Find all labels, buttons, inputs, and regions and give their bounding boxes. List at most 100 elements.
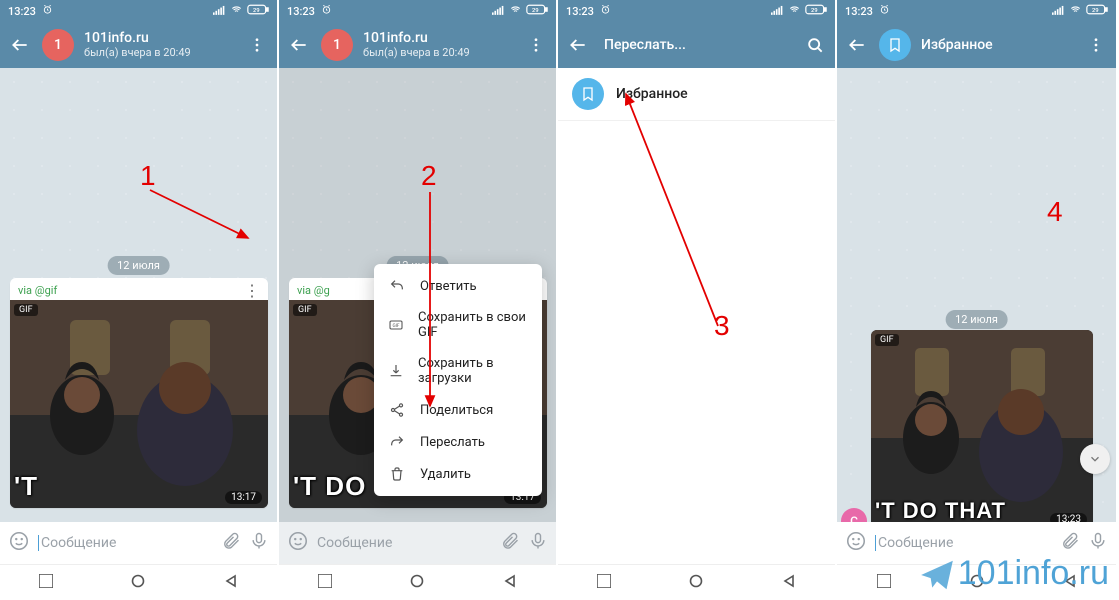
chat-body[interactable]: 12 июля via @gif ⋮ — [0, 68, 277, 522]
chat-app-bar: 1 101info.ru был(а) вчера в 20:49 — [0, 22, 277, 68]
forward-list[interactable]: Избранное — [558, 68, 835, 564]
nav-home-icon[interactable] — [689, 573, 703, 592]
nav-recent-icon[interactable] — [39, 573, 53, 592]
attach-icon[interactable] — [1060, 531, 1080, 555]
nav-bar — [558, 564, 835, 600]
forward-item-name: Избранное — [616, 86, 688, 102]
chat-body[interactable]: 12 июля via @g GIF 13:17 'T DO — [279, 68, 556, 522]
nav-back-icon[interactable] — [1063, 573, 1077, 592]
message-input[interactable]: Сообщение — [317, 535, 492, 551]
menu-dots-icon[interactable] — [1084, 33, 1108, 57]
message-input[interactable]: Сообщение — [875, 535, 1052, 551]
chat-input-row: Сообщение — [279, 522, 556, 564]
trash-icon — [388, 466, 406, 482]
message-card[interactable]: via @gif ⋮ GIF 13:17 — [10, 278, 268, 508]
emoji-icon[interactable] — [287, 530, 309, 556]
menu-dots-icon[interactable] — [245, 33, 269, 57]
mic-icon[interactable] — [528, 531, 548, 555]
contact-title[interactable]: 101info.ru — [363, 31, 470, 46]
battery-icon: 29 — [526, 4, 548, 18]
search-icon[interactable] — [803, 33, 827, 57]
menu-reply[interactable]: Ответить — [374, 270, 542, 302]
emoji-icon[interactable] — [845, 530, 867, 556]
gif-badge: GIF — [14, 304, 38, 316]
emoji-icon[interactable] — [8, 530, 30, 556]
contact-avatar[interactable]: 1 — [42, 29, 74, 61]
forward-icon — [388, 434, 406, 450]
attach-icon[interactable] — [221, 531, 241, 555]
nav-home-icon[interactable] — [410, 573, 424, 592]
svg-text:29: 29 — [811, 8, 818, 14]
menu-delete[interactable]: Удалить — [374, 458, 542, 490]
gif-badge: GIF — [293, 304, 317, 316]
battery-icon: 29 — [805, 4, 827, 18]
saved-title[interactable]: Избранное — [921, 37, 993, 53]
status-time: 13:23 — [566, 5, 594, 18]
bookmark-avatar — [572, 78, 604, 110]
saved-app-bar: Избранное — [837, 22, 1116, 68]
date-chip: 12 июля — [107, 256, 170, 275]
reply-icon — [388, 278, 406, 294]
context-menu: Ответить GIF Сохранить в свои GIF Сохран… — [374, 264, 542, 496]
meme-caption: 'T — [14, 471, 38, 502]
screen-4: 13:23 29 Избранное 12 июля С — [837, 0, 1116, 600]
screen-2: 13:23 29 1 101info.ru был(а) вчера в 20:… — [279, 0, 558, 600]
menu-dots-icon[interactable] — [524, 33, 548, 57]
status-bar: 13:23 29 — [279, 0, 556, 22]
contact-avatar[interactable]: 1 — [321, 29, 353, 61]
nav-bar — [837, 564, 1116, 600]
nav-bar — [0, 564, 277, 600]
signal-icon — [492, 5, 505, 18]
alarm-icon — [879, 4, 890, 18]
gif-box-icon: GIF — [388, 317, 404, 333]
forward-item-favorites[interactable]: Избранное — [558, 68, 835, 121]
nav-recent-icon[interactable] — [318, 573, 332, 592]
mic-icon[interactable] — [1088, 531, 1108, 555]
alarm-icon — [42, 4, 53, 18]
message-input[interactable]: Сообщение — [38, 535, 213, 551]
signal-icon — [1052, 5, 1065, 18]
back-icon[interactable] — [8, 33, 32, 57]
svg-text:29: 29 — [532, 8, 539, 14]
nav-home-icon[interactable] — [970, 573, 984, 592]
message-card[interactable]: GIF 13:23 'T DO THAT — [871, 330, 1093, 522]
battery-icon: 29 — [1086, 4, 1108, 18]
nav-back-icon[interactable] — [224, 573, 238, 592]
attach-icon[interactable] — [500, 531, 520, 555]
status-time: 13:23 — [845, 5, 873, 18]
contact-title[interactable]: 101info.ru — [84, 31, 191, 46]
chat-body[interactable]: 12 июля С GIF 13:23 'T DO THAT — [837, 68, 1116, 522]
contact-subtitle: был(а) вчера в 20:49 — [363, 47, 470, 59]
gif-badge: GIF — [875, 334, 899, 346]
back-icon[interactable] — [287, 33, 311, 57]
back-icon[interactable] — [845, 33, 869, 57]
menu-save-gif[interactable]: GIF Сохранить в свои GIF — [374, 302, 542, 348]
nav-back-icon[interactable] — [503, 573, 517, 592]
mic-icon[interactable] — [249, 531, 269, 555]
svg-text:29: 29 — [253, 8, 260, 14]
nav-home-icon[interactable] — [131, 573, 145, 592]
nav-back-icon[interactable] — [782, 573, 796, 592]
screen-3: 13:23 29 Переслать... Избранное 3 — [558, 0, 837, 600]
wifi-icon — [509, 5, 522, 18]
forward-title: Переслать... — [604, 37, 686, 53]
scroll-down-button[interactable] — [1080, 444, 1110, 474]
menu-share[interactable]: Поделиться — [374, 394, 542, 426]
share-icon — [388, 402, 406, 418]
via-label: via @g — [297, 284, 330, 297]
nav-recent-icon[interactable] — [597, 573, 611, 592]
status-bar: 13:23 29 — [837, 0, 1116, 22]
nav-recent-icon[interactable] — [877, 573, 891, 592]
contact-subtitle: был(а) вчера в 20:49 — [84, 47, 191, 59]
back-icon[interactable] — [566, 33, 590, 57]
forward-app-bar: Переслать... — [558, 22, 835, 68]
menu-save-downloads[interactable]: Сохранить в загрузки — [374, 348, 542, 394]
signal-icon — [213, 5, 226, 18]
menu-forward[interactable]: Переслать — [374, 426, 542, 458]
bookmark-avatar[interactable] — [879, 29, 911, 61]
nav-bar — [279, 564, 556, 600]
meme-caption: 'T DO THAT — [875, 498, 1006, 522]
msg-time: 13:23 — [1050, 513, 1087, 522]
forwarded-from-avatar[interactable]: С — [841, 508, 867, 522]
svg-text:29: 29 — [1092, 8, 1099, 14]
